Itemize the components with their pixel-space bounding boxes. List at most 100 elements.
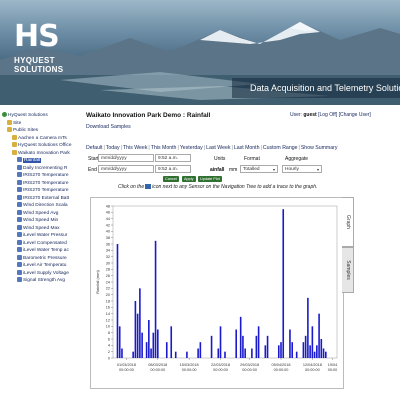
x-tick-label: 22/03/2018 [211,363,230,367]
period-link[interactable]: Last Month [234,145,260,151]
x-tick-label: 00:00:00 [119,368,134,372]
y-tick-label: 30 [106,261,110,265]
tree-item[interactable]: iLevel Water Temp ac [17,247,69,254]
tree-item[interactable]: Waikato Innovation Park [12,149,70,157]
y-tick-label: 26 [106,274,110,278]
hint-text-before: Click on the [118,184,145,190]
start-date-input[interactable]: mm/dd/yyyy [98,154,154,162]
period-link[interactable]: Last Week [206,145,230,151]
tree-item[interactable]: IRIS270 Temperature [17,179,69,187]
logo-brand-line2: SOLUTIONS [14,65,64,74]
apply-button[interactable]: Apply [182,176,196,182]
end-time-input[interactable]: 9:52 a.m. [155,165,191,173]
period-link[interactable]: Show Summary [301,145,338,151]
y-tick-label: 16 [106,306,110,310]
y-tick-label: 14 [106,312,110,316]
y-tick-label: 44 [106,217,110,221]
page-title: Waikato Innovation Park Demo : Rainfall [86,112,211,119]
chart-panel: 0 2 4 6 8 10 12 14 16 18 20 22 24 26 28 30 32 34 36 38 40 42 4… [90,197,344,389]
update-plot-button[interactable]: Update Plot [198,176,222,182]
tree-item[interactable]: IRIS270 Temperature [17,187,69,194]
navigation-tree: HyQuest Solutions Site Public Sites Aachen … [0,112,84,400]
change-user-link[interactable]: [Change User] [339,112,371,118]
rainfall-bar [224,351,226,358]
rainfall-bar [148,320,150,358]
tree-item[interactable]: Wind Direction Scala [17,202,68,209]
tree-item[interactable]: Site [7,119,22,127]
separator: | [298,145,300,151]
y-tick-label: 0 [108,356,110,360]
tree-item[interactable]: Wind Speed Max [17,224,60,232]
format-select[interactable]: Totalled ▾ [240,165,278,173]
period-link[interactable]: Custom Range [263,145,298,151]
tree-item[interactable]: IRIS270 Temperature [17,172,69,179]
y-tick-label: 36 [106,242,110,246]
tree-item-label: Site [13,120,22,126]
period-link[interactable]: This Week [123,145,147,151]
plot-area [112,205,338,359]
tree-item[interactable]: IRIS270 External Batt [17,194,69,202]
x-tick-label: 00:00:00 [150,368,165,372]
tree-item[interactable]: Signal Strength Avg [17,277,65,284]
tree-item[interactable]: Wind Speed Avg [17,209,58,217]
y-tick-label: 24 [106,280,110,284]
tree-item[interactable]: Aachen a Camera mTs [12,134,67,142]
rainfall-bar [145,342,148,358]
separator: | [103,145,105,151]
sensor-icon [17,224,22,230]
logo-mark: HS [14,19,60,54]
rainfall-chart[interactable]: 0246810121416182022242628303234363840424… [91,198,343,388]
rainfall-bar [199,342,202,358]
y-tick-label: 20 [106,293,110,297]
tab-graph[interactable]: Graph [342,197,354,247]
period-link[interactable]: Yesterday [180,145,203,151]
tree-item[interactable]: Public Sites [7,127,38,134]
start-time-input[interactable]: 9:52 a.m. [155,154,191,162]
sensor-icon [17,187,22,193]
tree-item-label: iLevel Air Temperatu [23,263,67,268]
aggregate-select[interactable]: Hourly ▾ [282,165,322,173]
rainfall-bar [141,332,143,358]
tree-item[interactable]: iLevel Water Pressur [17,232,67,239]
tree-item-label: iLevel Supply Voltage [23,270,69,276]
end-date-input[interactable]: mm/dd/yyyy [98,165,154,173]
cancel-button[interactable]: Cancel [163,176,179,182]
x-tick-label: 00:00:00 [242,368,257,372]
y-tick-label: 46 [106,211,110,215]
period-link[interactable]: Today [106,145,120,151]
logoff-link[interactable]: [Log Off] [318,112,337,118]
hyquest-logo[interactable]: HS HYQUEST SOLUTIONS [14,22,82,78]
format-select-value: Totalled [243,167,260,172]
y-tick-label: 48 [106,204,110,208]
folder-icon [7,119,12,125]
rainfall-bar [311,326,314,358]
page: HS HYQUEST SOLUTIONS Data Acquisition an… [0,0,400,400]
rainfall-bar [186,351,188,358]
rainfall-bar [277,345,280,358]
rainfall-bar [118,326,121,358]
tree-item[interactable]: iLevel Air Temperatu [17,262,66,269]
period-link[interactable]: Default [86,145,102,151]
tree-item[interactable]: Wind Speed Min [17,217,58,224]
user-prefix: User: [290,112,302,118]
sensor-icon [17,202,22,208]
user-name: guest [303,112,317,118]
sensor-icon [17,179,22,185]
tree-item[interactable]: iLevel Compensated [17,239,67,247]
tree-item[interactable]: HyQuest Solutions [2,112,48,119]
period-link[interactable]: This Month [151,145,177,151]
tree-item[interactable]: Rainfall [17,157,41,164]
rainfall-bar [239,316,242,358]
tree-item[interactable]: Barometric Pressure [17,254,67,262]
folder-icon [12,134,17,140]
tree-item[interactable]: HyQuest Solutions Office [12,142,72,149]
sensor-icon [17,209,22,215]
download-samples-link[interactable]: Download Samples [86,124,131,130]
sensor-icon [17,269,22,275]
tree-item[interactable]: Daily Incrementing R [17,164,68,172]
rainfall-bar [165,342,168,358]
tab-samples[interactable]: Samples [342,247,354,293]
tree-item[interactable]: iLevel Supply Voltage [17,269,69,277]
y-tick-label: 42 [106,223,110,227]
tree-item-label: Barometric Pressure [23,255,67,261]
